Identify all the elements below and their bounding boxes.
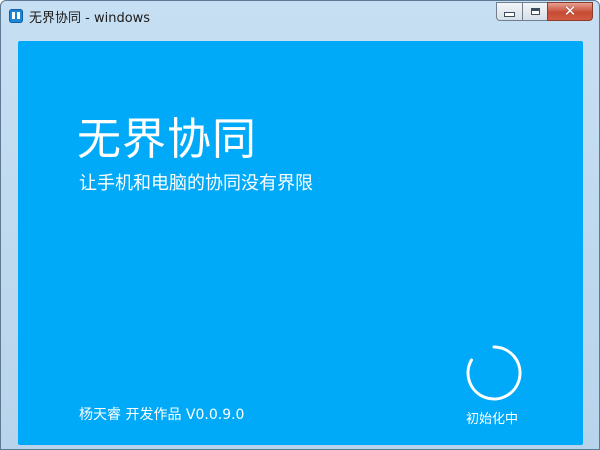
close-icon: ✕ xyxy=(563,2,577,20)
splash-title: 无界协同 xyxy=(77,114,257,165)
splash-subtitle: 让手机和电脑的协同没有界限 xyxy=(79,173,313,194)
loading-spinner-icon xyxy=(466,345,522,401)
app-window: 无界协同 - windows ✕ 无界协同 让手机和电脑的协同没有界限 杨天睿 … xyxy=(0,0,600,450)
minimize-button[interactable] xyxy=(496,2,523,21)
loading-status: 初始化中 xyxy=(466,412,519,427)
maximize-button[interactable] xyxy=(522,2,548,21)
close-button[interactable]: ✕ xyxy=(547,2,593,21)
window-controls: ✕ xyxy=(496,2,593,21)
title-bar[interactable]: 无界协同 - windows ✕ xyxy=(1,1,599,31)
developer-credit: 杨天睿 开发作品 V0.0.9.0 xyxy=(79,407,245,423)
splash-panel: 无界协同 让手机和电脑的协同没有界限 杨天睿 开发作品 V0.0.9.0 初始化… xyxy=(18,41,583,445)
window-title: 无界协同 - windows xyxy=(29,11,151,26)
app-logo-icon[interactable] xyxy=(9,9,23,23)
maximize-icon xyxy=(530,8,540,15)
minimize-icon xyxy=(505,13,514,16)
